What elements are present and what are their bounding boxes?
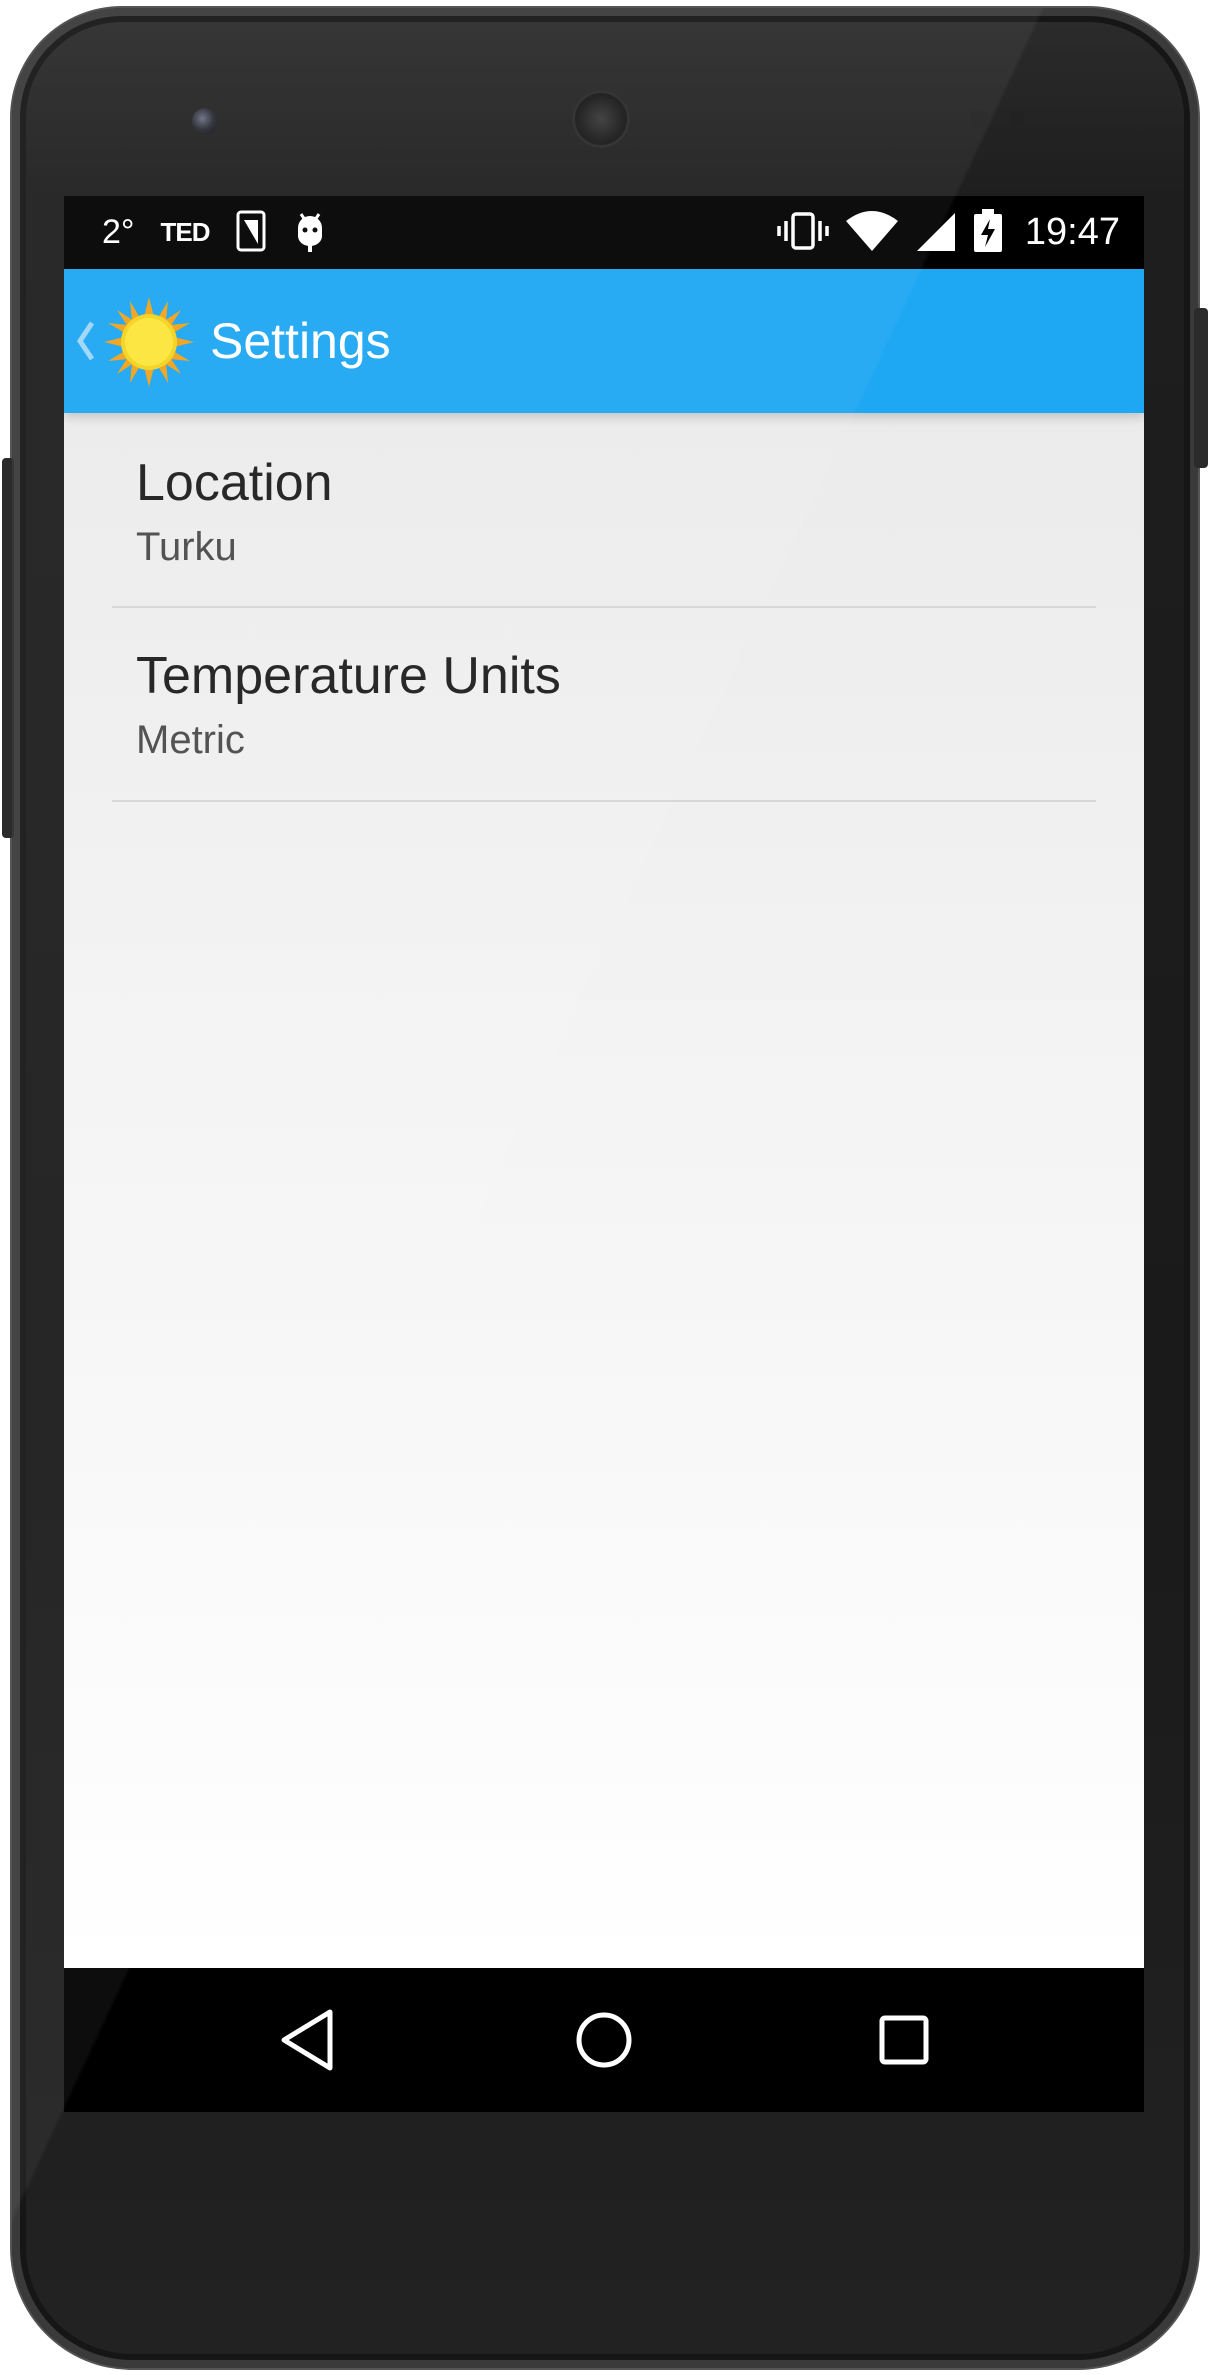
battery-charging-icon: [973, 208, 1003, 257]
weather-temperature: 2°: [102, 213, 135, 251]
status-clock: 19:47: [1024, 211, 1120, 253]
preference-location[interactable]: Location Turku: [112, 413, 1096, 608]
power-button: [1194, 308, 1208, 468]
phone-screen: 2° TED 19:47 Settings Location Turku Tem…: [64, 196, 1144, 2112]
preference-temperature-units[interactable]: Temperature Units Metric: [112, 608, 1096, 802]
preference-summary: Metric: [136, 718, 245, 762]
settings-list: Location Turku Temperature Units Metric: [64, 413, 1144, 1968]
preference-title: Location: [136, 454, 333, 512]
sim-card-icon: [236, 210, 266, 256]
status-bar: 2° TED 19:47: [64, 196, 1144, 269]
action-bar: Settings: [64, 269, 1144, 413]
android-debug-icon: [292, 208, 328, 258]
cell-signal-icon: [915, 211, 957, 255]
navigation-bar: [64, 1968, 1144, 2112]
page-title: Settings: [210, 313, 391, 369]
home-icon[interactable]: [564, 2000, 644, 2080]
recents-icon[interactable]: [864, 2000, 944, 2080]
chevron-left-icon: [76, 321, 95, 361]
phone-frame: 2° TED 19:47 Settings Location Turku Tem…: [2, 8, 1208, 2368]
earpiece-speaker-icon: [572, 90, 630, 148]
preference-title: Temperature Units: [136, 647, 561, 705]
wifi-icon: [845, 210, 899, 255]
proximity-sensor-icon: [970, 110, 988, 128]
vibrate-icon: [777, 211, 829, 255]
ted-notification-icon: TED: [160, 217, 211, 247]
preference-summary: Turku: [136, 525, 237, 569]
sun-icon: [104, 297, 194, 387]
volume-button: [2, 458, 14, 838]
action-bar-home[interactable]: [64, 269, 200, 413]
back-icon[interactable]: [270, 2000, 350, 2080]
front-camera-icon: [192, 108, 218, 134]
light-sensor-icon: [1010, 112, 1024, 126]
